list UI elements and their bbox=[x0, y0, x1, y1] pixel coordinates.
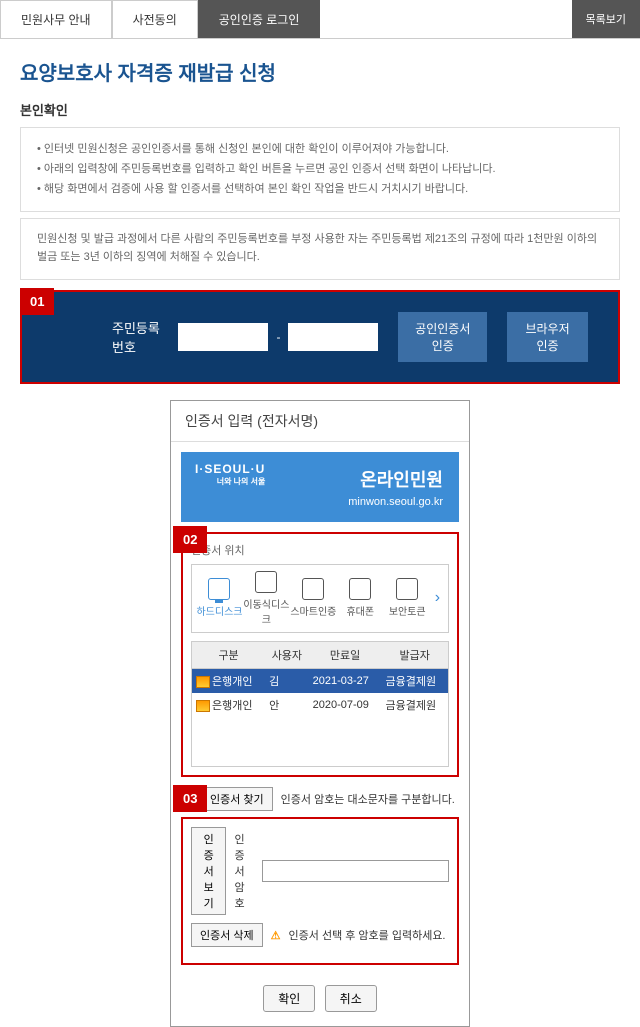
browser-auth-button[interactable]: 브라우저 인증 bbox=[507, 312, 588, 362]
cancel-button[interactable]: 취소 bbox=[325, 985, 377, 1012]
smart-icon bbox=[302, 578, 324, 600]
cert-icon bbox=[196, 676, 210, 688]
col-user: 사용자 bbox=[265, 641, 308, 668]
cert-dialog-title: 인증서 입력 (전자서명) bbox=[171, 401, 469, 442]
loc-smartcert[interactable]: 스마트인증 bbox=[290, 578, 337, 618]
password-input[interactable] bbox=[262, 860, 449, 882]
loc-token[interactable]: 보안토큰 bbox=[384, 578, 431, 618]
password-label: 인증서 암호 bbox=[234, 831, 254, 911]
cert-auth-button[interactable]: 공인인증서 인증 bbox=[398, 312, 487, 362]
info-item: 해당 화면에서 검증에 사용 할 인증서를 선택하여 본인 확인 작업을 반드시… bbox=[37, 180, 603, 200]
step-badge-01: 01 bbox=[20, 288, 54, 315]
monitor-icon bbox=[208, 578, 230, 600]
banner-sub: minwon.seoul.go.kr bbox=[197, 496, 443, 508]
banner-logo: I·SEOUL·U 너와 나의 서울 bbox=[195, 462, 265, 487]
tab-info[interactable]: 민원사무 안내 bbox=[0, 0, 112, 38]
warning-box: 민원신청 및 발급 과정에서 다른 사람의 주민등록번호를 부정 사용한 자는 … bbox=[20, 218, 620, 279]
info-item: 아래의 입력창에 주민등록번호를 입력하고 확인 버튼을 누르면 공인 인증서 … bbox=[37, 160, 603, 180]
step-badge-02: 02 bbox=[173, 526, 207, 553]
section-label: 본인확인 bbox=[20, 100, 620, 119]
rrn-input-1[interactable] bbox=[178, 323, 268, 351]
rrn-dash: - bbox=[276, 330, 280, 344]
info-item: 인터넷 민원신청은 공인인증서를 통해 신청인 본인에 대한 확인이 이루어져야… bbox=[37, 140, 603, 160]
cert-row[interactable]: 은행개인 김 2021-03-27 금융결제원 bbox=[192, 668, 449, 693]
cert-dialog: 인증서 입력 (전자서명) I·SEOUL·U 너와 나의 서울 온라인민원 m… bbox=[170, 400, 470, 1027]
ok-button[interactable]: 확인 bbox=[263, 985, 315, 1012]
loc-removable[interactable]: 이동식디스크 bbox=[243, 571, 290, 626]
step-badge-03: 03 bbox=[173, 785, 207, 812]
col-issuer: 발급자 bbox=[381, 641, 448, 668]
password-box: 인증서 보기 인증서 암호 인증서 삭제 ⚠ 인증서 선택 후 암호를 입력하세… bbox=[181, 817, 459, 965]
cert-find-button[interactable]: 인증서 찾기 bbox=[201, 787, 273, 811]
cert-location-box: 인증서 위치 하드디스크 이동식디스크 스마트인증 휴대폰 bbox=[181, 532, 459, 778]
col-expiry: 만료일 bbox=[309, 641, 382, 668]
cert-delete-button[interactable]: 인증서 삭제 bbox=[191, 923, 263, 947]
loc-hdd[interactable]: 하드디스크 bbox=[196, 578, 243, 618]
loc-phone[interactable]: 휴대폰 bbox=[337, 578, 384, 618]
cert-find-note: 인증서 암호는 대소문자를 구분합니다. bbox=[281, 791, 455, 807]
loc-next-arrow[interactable]: › bbox=[431, 589, 444, 607]
cert-location-label: 인증서 위치 bbox=[191, 542, 449, 558]
delete-note: 인증서 선택 후 암호를 입력하세요. bbox=[289, 927, 446, 943]
info-box: 인터넷 민원신청은 공인인증서를 통해 신청인 본인에 대한 확인이 이루어져야… bbox=[20, 127, 620, 212]
usb-icon bbox=[255, 571, 277, 593]
tab-agree[interactable]: 사전동의 bbox=[112, 0, 198, 38]
cert-banner: I·SEOUL·U 너와 나의 서울 온라인민원 minwon.seoul.go… bbox=[181, 452, 459, 522]
cert-row[interactable]: 은행개인 안 2020-07-09 금융결제원 bbox=[192, 693, 449, 717]
rrn-box: 주민등록번호 - 공인인증서 인증 브라우저 인증 bbox=[20, 290, 620, 384]
col-type: 구분 bbox=[192, 641, 266, 668]
cert-table: 구분 사용자 만료일 발급자 은행개인 김 2021-03-27 금융결제원 은… bbox=[191, 641, 449, 768]
token-icon bbox=[396, 578, 418, 600]
list-button[interactable]: 목록보기 bbox=[572, 0, 640, 38]
page-title: 요양보호사 자격증 재발급 신청 bbox=[0, 39, 640, 100]
rrn-label: 주민등록번호 bbox=[112, 318, 162, 356]
tab-cert-login[interactable]: 공인인증 로그인 bbox=[198, 0, 321, 38]
rrn-input-2[interactable] bbox=[288, 323, 378, 351]
cert-icon bbox=[196, 700, 210, 712]
cert-view-button[interactable]: 인증서 보기 bbox=[191, 827, 226, 915]
phone-icon bbox=[349, 578, 371, 600]
warning-icon: ⚠ bbox=[271, 929, 281, 942]
